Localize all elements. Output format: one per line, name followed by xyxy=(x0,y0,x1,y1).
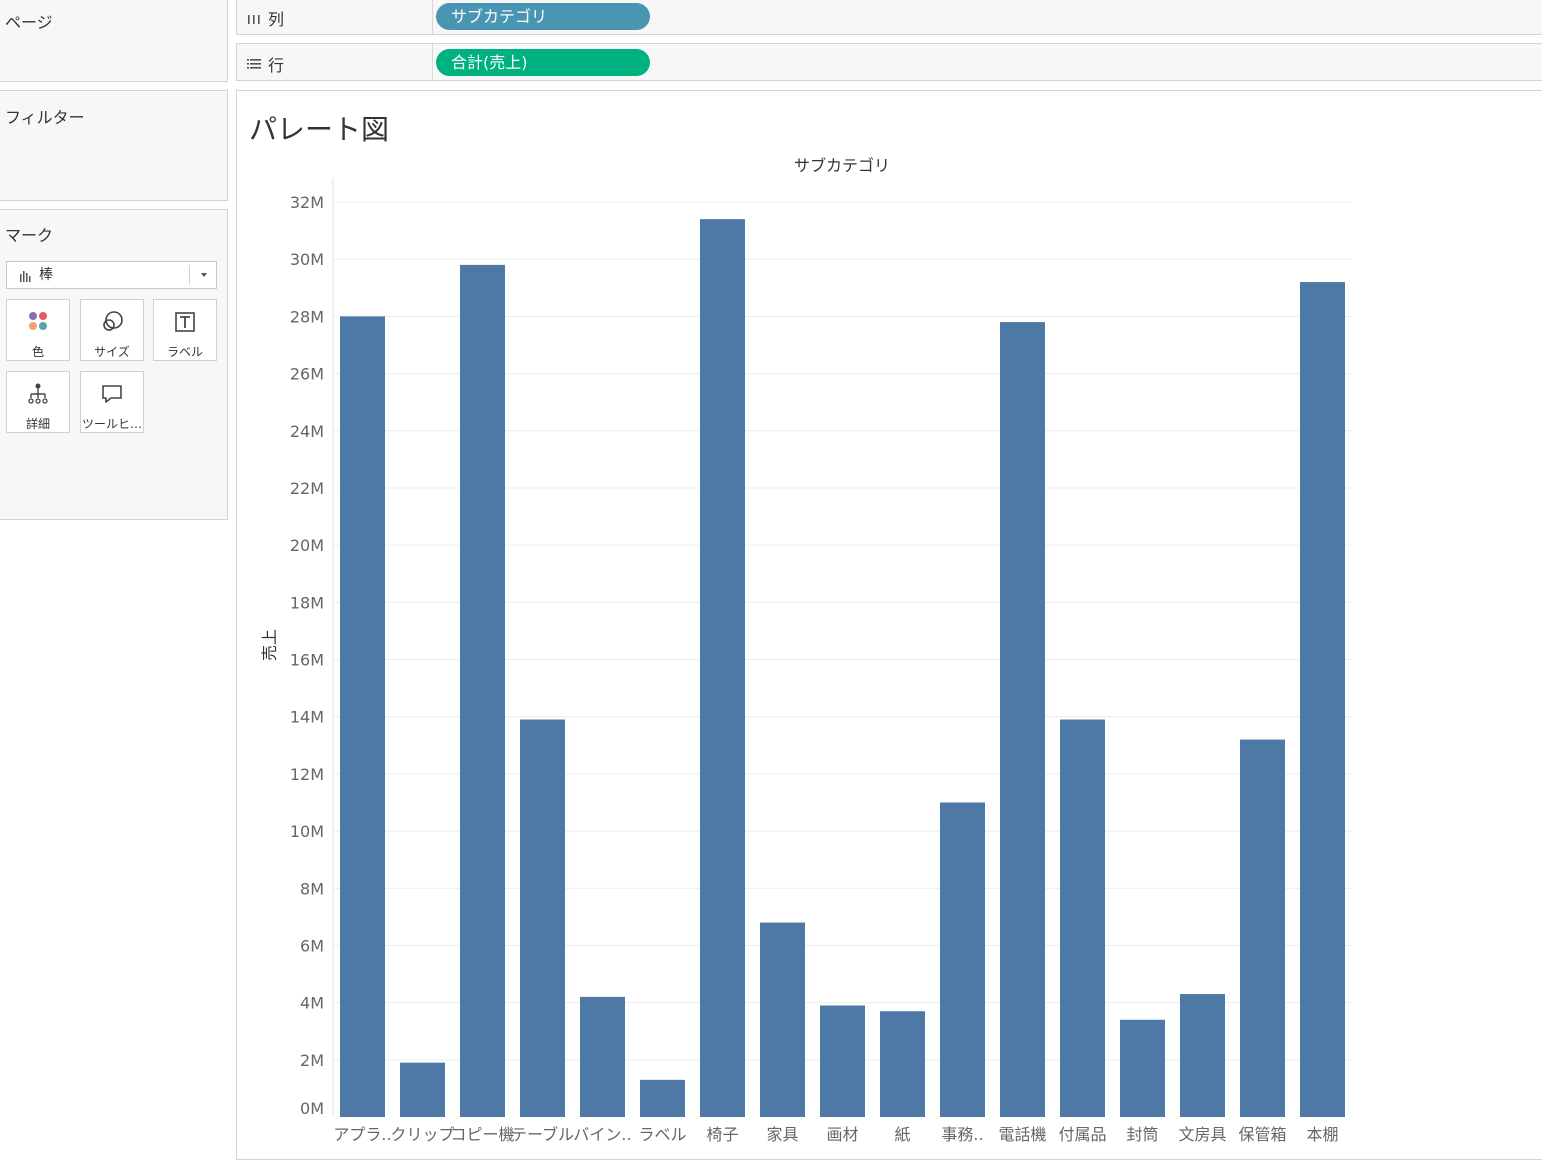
bar[interactable] xyxy=(400,1062,445,1117)
bar[interactable] xyxy=(820,1005,865,1117)
bar[interactable] xyxy=(1180,994,1225,1117)
bar[interactable] xyxy=(1240,739,1285,1117)
x-tick-label: 電話機 xyxy=(998,1125,1046,1144)
bar[interactable] xyxy=(1300,282,1345,1117)
x-tick-label: 本棚 xyxy=(1306,1125,1338,1144)
bar[interactable] xyxy=(640,1079,685,1117)
bar[interactable] xyxy=(940,802,985,1117)
bar[interactable] xyxy=(1060,719,1105,1117)
y-tick-label: 28M xyxy=(290,307,324,326)
x-tick-label: 事務.. xyxy=(941,1125,983,1144)
bar[interactable] xyxy=(340,316,385,1117)
bar[interactable] xyxy=(1000,322,1045,1117)
bar[interactable] xyxy=(520,719,565,1117)
bar[interactable] xyxy=(760,922,805,1117)
bar[interactable] xyxy=(700,219,745,1117)
x-tick-label: アプラ.. xyxy=(333,1125,391,1144)
y-tick-label: 0M xyxy=(300,1099,324,1118)
x-tick-label: ラベル xyxy=(638,1125,686,1144)
x-tick-label: 封筒 xyxy=(1126,1125,1158,1144)
y-tick-label: 32M xyxy=(290,193,324,212)
y-tick-label: 20M xyxy=(290,536,324,555)
x-tick-label: クリップ xyxy=(390,1125,454,1144)
x-tick-label: コピー機 xyxy=(450,1125,514,1144)
y-tick-label: 14M xyxy=(290,708,324,727)
x-tick-label: 画材 xyxy=(826,1125,858,1144)
x-tick-label: 紙 xyxy=(894,1125,910,1144)
y-tick-label: 10M xyxy=(290,822,324,841)
y-tick-label: 30M xyxy=(290,250,324,269)
column-header-label: サブカテゴリ xyxy=(794,156,890,175)
y-tick-label: 18M xyxy=(290,593,324,612)
bar[interactable] xyxy=(880,1011,925,1117)
x-tick-label: 家具 xyxy=(766,1125,798,1144)
bar[interactable] xyxy=(460,264,505,1117)
bar-chart: 0M 2M 4M 6M 8M 10M 12M 14M 16M 18M 20M 22M 24M 26M 28M… xyxy=(260,156,1352,1144)
y-tick-label: 12M xyxy=(290,765,324,784)
y-tick-label: 6M xyxy=(300,936,324,955)
x-tick-label: 付属品 xyxy=(1058,1125,1106,1144)
y-tick-label: 8M xyxy=(300,879,324,898)
x-tick-label: テーブル xyxy=(511,1125,574,1144)
y-tick-label: 16M xyxy=(290,651,324,670)
y-axis-title: 売上 xyxy=(260,629,279,661)
y-tick-label: 2M xyxy=(300,1051,324,1070)
y-tick-label: 24M xyxy=(290,422,324,441)
x-tick-label: 保管箱 xyxy=(1238,1125,1286,1144)
x-tick-label: 椅子 xyxy=(706,1125,738,1144)
x-tick-label: 文房具 xyxy=(1178,1125,1226,1144)
y-tick-label: 4M xyxy=(300,994,324,1013)
y-tick-label: 22M xyxy=(290,479,324,498)
bar[interactable] xyxy=(580,996,625,1117)
x-tick-label: バイン.. xyxy=(573,1125,631,1144)
y-tick-label: 26M xyxy=(290,365,324,384)
bar[interactable] xyxy=(1120,1019,1165,1117)
